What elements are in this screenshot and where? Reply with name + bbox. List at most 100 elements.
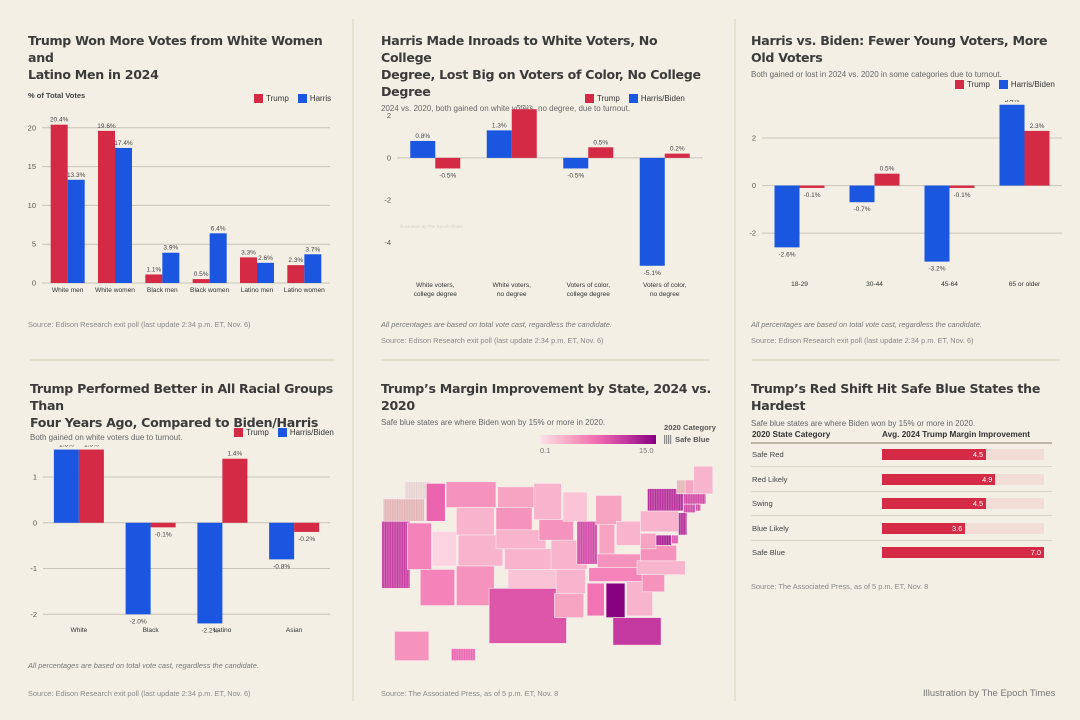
footnote: All percentages are based on total vote …	[28, 661, 259, 670]
scale-max-label: 15.0	[639, 446, 654, 455]
bar-harris-biden	[563, 157, 589, 169]
bar-harris-biden	[125, 522, 151, 615]
row-label: Safe Blue	[752, 548, 785, 557]
legend-swatch-harris	[297, 94, 307, 103]
data-label: 1.1%	[146, 266, 161, 273]
row-divider	[751, 466, 1052, 467]
bar-trump	[799, 185, 825, 188]
legend-swatch-harris-biden	[628, 94, 638, 103]
data-label: -0.2%	[298, 536, 315, 543]
legend-swatch-trump	[955, 80, 964, 89]
data-label: 20.4%	[50, 117, 69, 124]
state-wv	[640, 533, 657, 550]
scale-min-label: 0.1	[540, 446, 551, 455]
legend-label: Harris	[309, 94, 332, 103]
bar-track: 7.0	[882, 547, 1044, 558]
state-nm	[456, 565, 495, 606]
bar-trump	[874, 173, 900, 186]
data-label: -0.5%	[567, 172, 584, 179]
us-map	[381, 465, 713, 661]
data-label: 0.8%	[415, 133, 430, 140]
bar-trump	[949, 185, 975, 188]
bar-harris-biden	[53, 449, 79, 523]
data-label: 3.7%	[305, 246, 320, 253]
bar-harris-biden	[999, 104, 1025, 186]
source-note: Source: Edison Research exit poll (last …	[28, 320, 251, 329]
legend-item-harris-biden: Harris/Biden	[628, 94, 685, 103]
data-label: 3.4%	[1005, 100, 1020, 104]
state-ar	[555, 569, 586, 594]
state-ne	[495, 529, 547, 550]
bar-value-label: 4.5	[972, 499, 984, 508]
state-ia	[538, 519, 574, 541]
x-tick-label: 30-44	[866, 281, 883, 288]
row-label: Swing	[752, 499, 773, 508]
legend: Trump Harris/Biden	[955, 80, 1055, 89]
bar-trump	[435, 157, 461, 169]
bar-fill: 4.9	[882, 473, 996, 485]
legend-label: Harris/Biden	[1010, 80, 1055, 89]
bar-trump	[78, 449, 104, 523]
x-tick-label: White voters,	[416, 282, 455, 289]
x-tick-label: Voters of color,	[566, 282, 610, 289]
bar-track: 4.5	[882, 449, 1044, 460]
bar-value-label: 4.5	[972, 450, 984, 459]
chart-title: Trump Won More Votes from White Women an…	[28, 32, 338, 83]
legend-label: Trump	[967, 80, 990, 89]
x-tick-label: Latino	[213, 627, 231, 634]
chart-title: Harris vs. Biden: Fewer Young Voters, Mo…	[751, 33, 1048, 65]
legend-swatch-harris-biden	[277, 428, 287, 437]
data-label: 19.6%	[97, 123, 116, 130]
x-tick-label: 18-29	[791, 281, 808, 288]
data-label: -2.6%	[779, 251, 796, 258]
legend-item-trump: Trump	[234, 428, 269, 437]
state-ms	[586, 582, 605, 617]
chart-title-line-1: Harris Made Inroads to White Voters, No …	[381, 33, 658, 65]
state-id	[425, 483, 446, 522]
panel-age-shift: Harris vs. Biden: Fewer Young Voters, Mo…	[751, 32, 1071, 79]
bar-harris-biden	[410, 140, 436, 158]
category-legend-title: 2020 Category	[664, 423, 716, 432]
bar-trump	[240, 257, 257, 283]
state-sd	[495, 507, 533, 531]
x-tick-label: 45-64	[941, 281, 958, 288]
data-label: 3.3%	[241, 249, 256, 256]
bar-trump	[145, 274, 163, 283]
state-al	[605, 582, 626, 618]
data-label: 2.3%	[517, 105, 532, 108]
data-label: 1.4%	[227, 451, 242, 458]
chart-racial-shift: -2-1011.6% 1.6%White-2.0%-0.1%Black -2.2%1…	[30, 445, 330, 634]
safe-blue-hatch-il	[576, 521, 598, 565]
divider-vertical-1	[352, 19, 354, 701]
x-tick-label: White voters,	[493, 282, 532, 289]
y-tick-label: 2	[387, 111, 391, 120]
data-label: -0.1%	[954, 192, 971, 199]
bar-trump	[1024, 130, 1050, 186]
bar-harris-biden	[486, 130, 512, 158]
state-fl	[612, 617, 662, 646]
source-note: Source: The Associated Press, as of 5 p.…	[751, 582, 929, 591]
row-label: Red Likely	[752, 474, 788, 484]
y-tick-label: 5	[32, 240, 36, 249]
chart-title: Trump Performed Better in All Racial Gro…	[30, 380, 340, 431]
chart-title: Trump’s Red Shift Hit Safe Blue States t…	[751, 381, 1041, 413]
x-tick-label: Black	[143, 627, 160, 634]
bar-value-label: 7.0	[1030, 548, 1041, 557]
category-legend-item: Safe Blue	[664, 435, 710, 444]
bar-trump	[664, 153, 690, 158]
data-label: -3.2%	[929, 266, 946, 273]
bar-track: 3.6	[882, 522, 1044, 534]
y-tick-label: 0	[33, 518, 37, 527]
x-tick-label: Asian	[286, 627, 303, 634]
bar-trump	[192, 279, 210, 283]
state-ak	[394, 631, 430, 661]
safe-blue-hatch-vt	[676, 480, 686, 494]
data-label: -0.5%	[439, 172, 456, 179]
safe-blue-hatch-de	[671, 535, 679, 544]
bar-harris-biden	[197, 522, 223, 624]
chart-subtitle: Safe blue states are where Biden won by …	[381, 418, 606, 427]
safe-blue-hatch-ct	[683, 504, 696, 513]
data-label: 0.2%	[670, 146, 685, 153]
state-wi	[562, 491, 588, 522]
legend-item-trump: Trump	[254, 94, 289, 103]
